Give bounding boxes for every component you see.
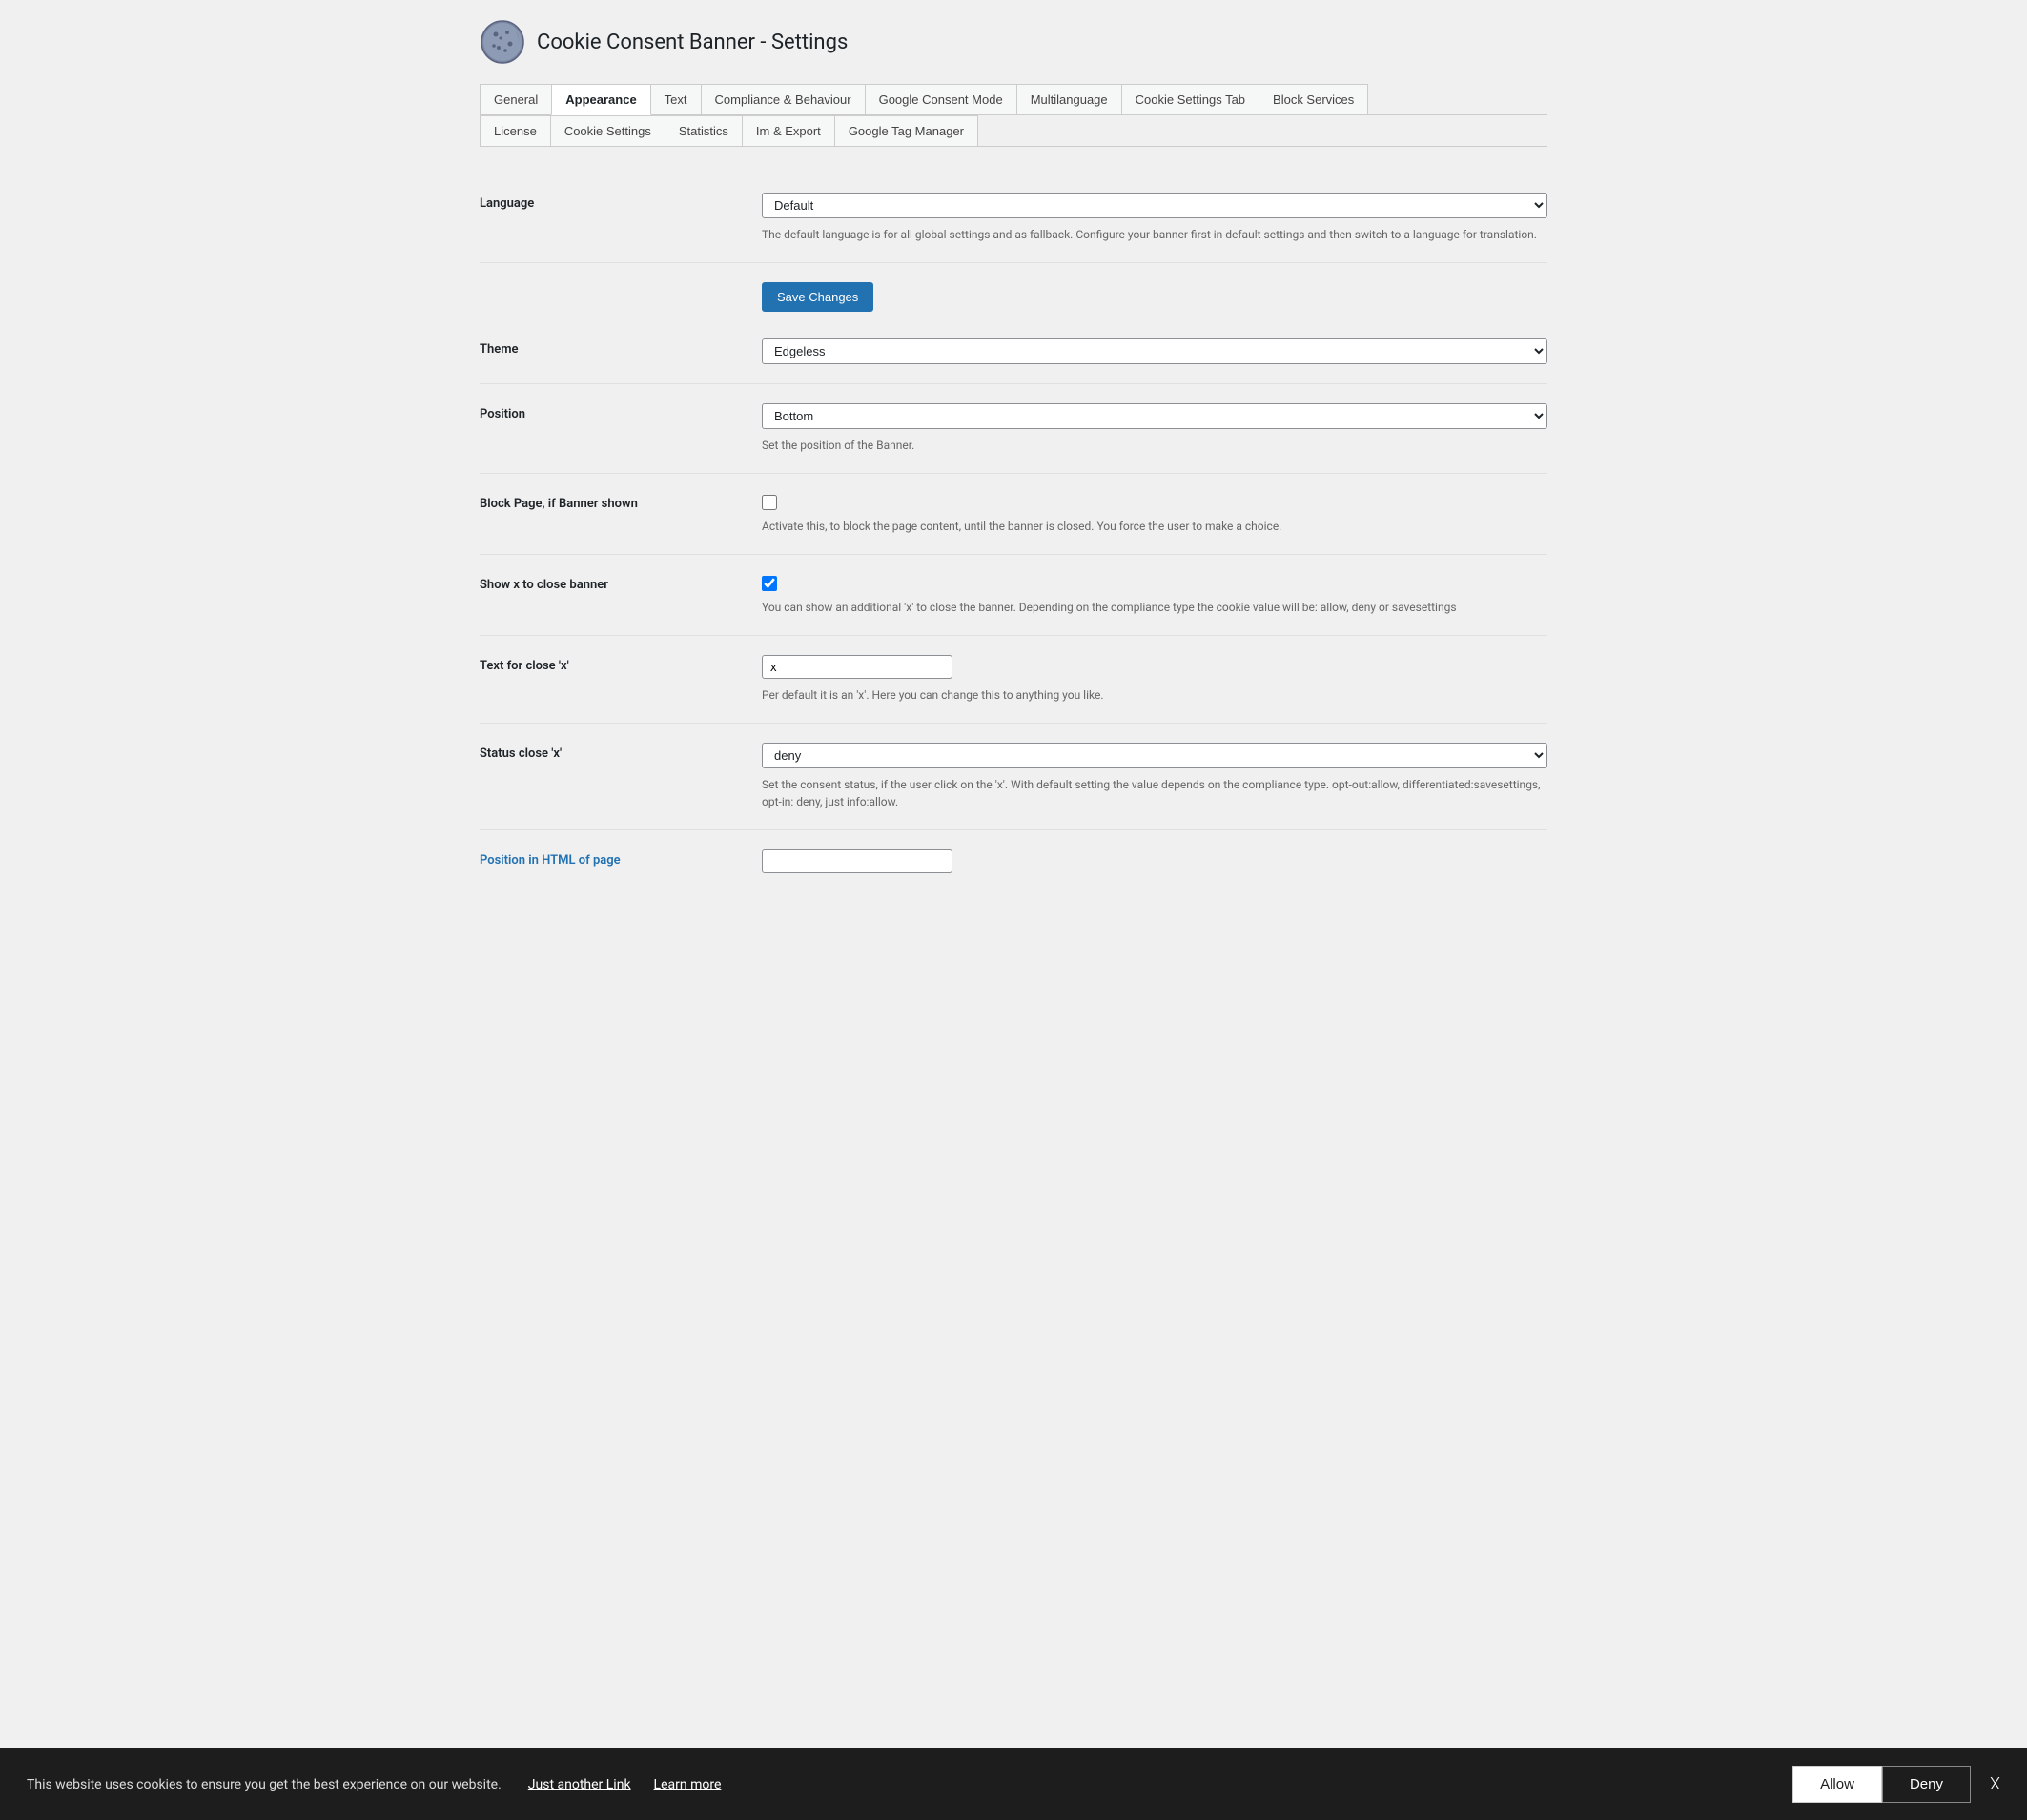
- block-page-checkbox[interactable]: [762, 495, 777, 510]
- text-close-x-label: Text for close 'x': [480, 655, 747, 673]
- settings-content: Language Default English German French S…: [480, 174, 1547, 892]
- tab-statistics[interactable]: Statistics: [665, 115, 743, 147]
- tab-block-services[interactable]: Block Services: [1259, 84, 1368, 115]
- tab-google-consent[interactable]: Google Consent Mode: [865, 84, 1017, 115]
- tab-general[interactable]: General: [480, 84, 552, 115]
- position-control: Bottom Top Top Left Top Right Bottom Lef…: [762, 403, 1547, 454]
- deny-button[interactable]: Deny: [1882, 1766, 1971, 1803]
- text-close-x-input[interactable]: [762, 655, 952, 679]
- close-banner-button[interactable]: X: [1990, 1774, 2000, 1794]
- language-control: Default English German French Spanish Th…: [762, 193, 1547, 243]
- block-page-control: Activate this, to block the page content…: [762, 493, 1547, 535]
- page-title: Cookie Consent Banner - Settings: [537, 31, 848, 54]
- show-x-checkbox[interactable]: [762, 576, 777, 591]
- tabs-container: General Appearance Text Compliance & Beh…: [480, 84, 1547, 147]
- tab-cookie-settings-tab[interactable]: Cookie Settings Tab: [1121, 84, 1259, 115]
- tab-compliance[interactable]: Compliance & Behaviour: [701, 84, 866, 115]
- text-close-x-control: Per default it is an 'x'. Here you can c…: [762, 655, 1547, 704]
- app-header: Cookie Consent Banner - Settings: [480, 19, 1547, 65]
- tab-appearance[interactable]: Appearance: [551, 84, 650, 115]
- cookie-banner-left: This website uses cookies to ensure you …: [27, 1777, 1792, 1792]
- position-html-label: Position in HTML of page: [480, 849, 747, 868]
- theme-setting: Theme Edgeless Classic Dark Light: [480, 319, 1547, 384]
- language-setting: Language Default English German French S…: [480, 174, 1547, 263]
- allow-button[interactable]: Allow: [1792, 1766, 1882, 1803]
- tab-im-export[interactable]: Im & Export: [742, 115, 835, 147]
- block-page-setting: Block Page, if Banner shown Activate thi…: [480, 474, 1547, 555]
- cookie-banner-link2[interactable]: Learn more: [654, 1777, 722, 1792]
- status-close-x-setting: Status close 'x' deny allow savesettings…: [480, 724, 1547, 830]
- position-setting: Position Bottom Top Top Left Top Right B…: [480, 384, 1547, 474]
- tab-license[interactable]: License: [480, 115, 551, 147]
- cookie-banner: This website uses cookies to ensure you …: [0, 1748, 2027, 1820]
- tab-cookie-settings[interactable]: Cookie Settings: [550, 115, 665, 147]
- position-html-setting: Position in HTML of page: [480, 830, 1547, 892]
- status-close-x-desc: Set the consent status, if the user clic…: [762, 776, 1547, 810]
- position-html-input[interactable]: [762, 849, 952, 873]
- text-close-x-setting: Text for close 'x' Per default it is an …: [480, 636, 1547, 724]
- tab-text[interactable]: Text: [650, 84, 702, 115]
- cookie-banner-text: This website uses cookies to ensure you …: [27, 1777, 502, 1792]
- block-page-label: Block Page, if Banner shown: [480, 493, 747, 511]
- show-x-control: You can show an additional 'x' to close …: [762, 574, 1547, 616]
- position-select[interactable]: Bottom Top Top Left Top Right Bottom Lef…: [762, 403, 1547, 429]
- language-desc: The default language is for all global s…: [762, 226, 1547, 243]
- status-close-x-select[interactable]: deny allow savesettings: [762, 743, 1547, 768]
- cookie-banner-buttons: Allow Deny: [1792, 1766, 1971, 1803]
- save-button[interactable]: Save Changes: [762, 282, 873, 312]
- save-section: Save Changes: [480, 263, 1547, 319]
- theme-select[interactable]: Edgeless Classic Dark Light: [762, 338, 1547, 364]
- tab-google-tag[interactable]: Google Tag Manager: [834, 115, 978, 147]
- position-desc: Set the position of the Banner.: [762, 437, 1547, 454]
- text-close-x-desc: Per default it is an 'x'. Here you can c…: [762, 686, 1547, 704]
- language-select[interactable]: Default English German French Spanish: [762, 193, 1547, 218]
- tab-multilanguage[interactable]: Multilanguage: [1016, 84, 1122, 115]
- language-label: Language: [480, 193, 747, 211]
- theme-label: Theme: [480, 338, 747, 357]
- cookie-banner-link1[interactable]: Just another Link: [528, 1777, 631, 1792]
- status-close-x-label: Status close 'x': [480, 743, 747, 761]
- block-page-desc: Activate this, to block the page content…: [762, 518, 1547, 535]
- position-html-control: [762, 849, 1547, 873]
- cookie-icon: [480, 19, 525, 65]
- show-x-desc: You can show an additional 'x' to close …: [762, 599, 1547, 616]
- theme-control: Edgeless Classic Dark Light: [762, 338, 1547, 364]
- show-x-label: Show x to close banner: [480, 574, 747, 592]
- status-close-x-control: deny allow savesettings Set the consent …: [762, 743, 1547, 810]
- show-x-setting: Show x to close banner You can show an a…: [480, 555, 1547, 636]
- position-label: Position: [480, 403, 747, 421]
